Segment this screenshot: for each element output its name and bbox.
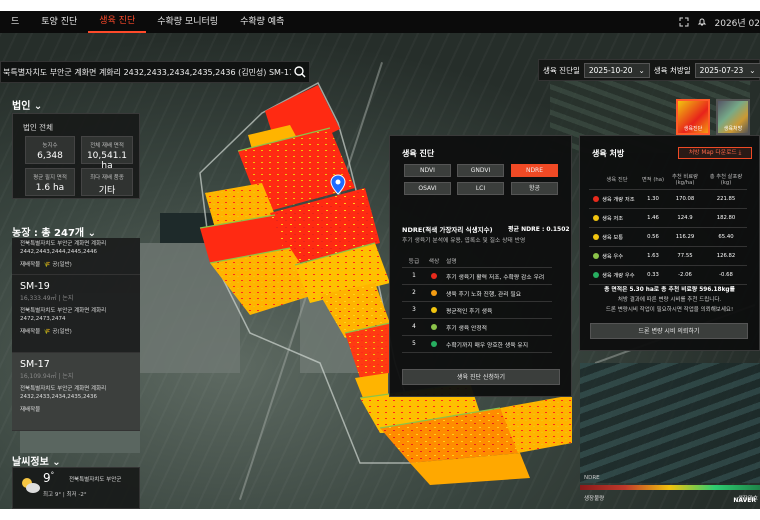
drone-request-button[interactable]: 드론 변량 시비 의뢰하기	[590, 323, 748, 339]
tab-prev[interactable]: 드	[0, 11, 30, 33]
legend-label: NDRE	[584, 475, 600, 481]
bell-icon[interactable]	[697, 17, 707, 27]
presc-note-2: 드론 변량시비 작업이 필요하시면 작업을 의뢰해보세요!	[605, 307, 734, 313]
thumb-label: 생육처방	[723, 126, 743, 132]
thumb-label: 생육진단	[683, 126, 703, 132]
farm-name: SM-19	[20, 281, 50, 292]
farm-address: 전북특별자치도 부안군 계화면 계화리 2442,2443,2444,2445,…	[20, 241, 107, 255]
diag-date-label: 생육 진단일	[543, 65, 580, 75]
table-header: 생육 진단 면적 (ha) 추천 비료량 (kg/ha) 총 추천 살포량 (kg)	[589, 168, 747, 190]
map-attribution: NAVER	[733, 497, 756, 504]
table-row: 5 수확기까지 매우 양호한 생육 유지	[402, 336, 552, 353]
nav-tabs: 드 토양 진단 생육 진단 수확량 모니터링 수확량 예측	[0, 11, 295, 33]
thumb-growth-diagnosis[interactable]: 생육진단	[676, 99, 710, 135]
org-summary-panel: 법인 전체 농지수 6,348 전체 재배 면적 10,541.1 ha 평균 필지…	[12, 113, 140, 199]
tab-soil[interactable]: 토양 진단	[30, 11, 88, 33]
presc-note-1: 처방 결과에 따른 변량 시비를 추천 드립니다.	[617, 297, 722, 303]
chevron-down-icon: ⌄	[638, 65, 645, 75]
farm-area: 16,109.94㎡ | 논지	[20, 373, 74, 380]
weather-range: 최고 9° | 최저 -2°	[43, 492, 87, 498]
table-row: 1 후기 생육기 활력 저조, 수확량 감소 우려	[402, 268, 552, 285]
prescription-table: 생육 진단 면적 (ha) 추천 비료량 (kg/ha) 총 추천 살포량 (kg) …	[589, 168, 747, 285]
chevron-down-icon: ⌄	[33, 101, 43, 112]
table-row: 생육 개량 저조 1.30 170.08 221.85	[589, 190, 747, 209]
grade-table: 등급 색상 설명 1 후기 생육기 활력 저조, 수확량 감소 우려 2 생육 후기 노…	[402, 254, 552, 353]
org-title: 법인 전체	[23, 123, 53, 132]
legend-gradient	[580, 485, 760, 490]
presc-date-select[interactable]: 2025-07-23 ⌄	[694, 62, 760, 78]
chevron-down-icon: ⌄	[749, 65, 756, 75]
diag-date-select[interactable]: 2025-10-20 ⌄	[583, 62, 650, 78]
presc-date-value: 2025-07-23	[699, 65, 744, 75]
diag-title: 생육 진단	[402, 149, 435, 158]
stat-top-crop: 최다 재배 품종 기타	[81, 168, 133, 196]
index-title: NDRE(적색 가장자리 식생지수)	[402, 226, 493, 234]
top-right-tools: 2026년 02	[679, 11, 760, 33]
index-average: 평균 NDRE : 0.1502	[508, 226, 570, 233]
search-icon[interactable]	[291, 63, 309, 81]
index-description: 후기 생육기 분석에 유용, 엽록소 및 질소 상태 반영	[402, 238, 526, 244]
list-item[interactable]: SM-19 16,333.49㎡ | 논지 전북특별자치도 부안군 계화면 계화…	[12, 275, 140, 353]
partly-cloudy-icon	[22, 478, 40, 493]
layer-thumbnails: 생육진단 생육처방	[676, 99, 750, 135]
table-row: 2 생육 후기 노화 진행, 관리 필요	[402, 285, 552, 302]
index-button-ndre[interactable]: NDRE	[511, 164, 558, 177]
farm-address: 전북특별자치도 부안군 계화면 계화리 2432,2433,2434,2435,…	[20, 386, 107, 400]
index-button-gndvi[interactable]: GNDVI	[457, 164, 504, 177]
thumb-growth-prescription[interactable]: 생육처방	[716, 99, 750, 135]
weather-temp: 9°	[43, 471, 55, 485]
growth-diagnosis-panel: 생육 진단 NDVI GNDVI NDRE OSAVI LCI 항공 NDRE(…	[389, 135, 572, 397]
search-input[interactable]: 북특별자치도 부안군 계화면 계화리 2432,2433,2434,2435,2…	[3, 67, 291, 78]
table-header: 등급 색상 설명	[402, 254, 552, 268]
legend-low: 생장불량	[584, 496, 605, 502]
index-button-lci[interactable]: LCI	[457, 182, 504, 195]
index-button-aerial[interactable]: 항공	[511, 182, 558, 195]
tab-yield-forecast[interactable]: 수확량 예측	[229, 11, 295, 33]
tab-yield-monitor[interactable]: 수확량 모니터링	[146, 11, 229, 33]
farm-crop: 재배작물 🌾 공(일반)	[20, 329, 72, 335]
date-selector-bar: 생육 진단일 2025-10-20 ⌄ 생육 처방일 2025-07-23 ⌄	[538, 59, 760, 81]
list-item-selected[interactable]: SM-17 16,109.94㎡ | 논지 전북특별자치도 부안군 계화면 계화…	[12, 353, 140, 431]
table-row: 3 평균적인 후기 생육	[402, 302, 552, 319]
farm-area: 16,333.49㎡ | 논지	[20, 295, 74, 302]
date-readout: 2026년 02	[714, 18, 760, 29]
fullscreen-icon[interactable]	[679, 17, 689, 27]
growth-prescription-panel: 생육 처방 처방 Map 다운로드 ⤓ 생육 진단 면적 (ha) 추천 비료량 (…	[579, 135, 760, 351]
table-row: 생육 개량 우수 0.33 -2.06 -0.68	[589, 266, 747, 285]
tab-growth[interactable]: 생육 진단	[88, 11, 147, 33]
diag-date-value: 2025-10-20	[588, 65, 633, 75]
weather-section-title[interactable]: 날씨정보 ⌄	[12, 453, 61, 468]
presc-total: 총 면적은 5.30 ha로 총 추천 비료량 596.18kg를	[604, 287, 735, 293]
app-frame: 드 토양 진단 생육 진단 수확량 모니터링 수확량 예측 2026년 02 북…	[0, 11, 760, 509]
table-row: 생육 보통 0.56 116.29 65.40	[589, 228, 747, 247]
stat-farm-count: 농지수 6,348	[25, 136, 75, 164]
farm-crop: 재배작물	[20, 407, 41, 413]
map-view[interactable]: 북특별자치도 부안군 계화면 계화리 2432,2433,2434,2435,2…	[0, 33, 760, 509]
list-item[interactable]: 전북특별자치도 부안군 계화면 계화리 2442,2443,2444,2445,…	[12, 238, 140, 275]
farm-name: SM-17	[20, 359, 50, 370]
top-navigation: 드 토양 진단 생육 진단 수확량 모니터링 수확량 예측 2026년 02	[0, 11, 760, 33]
weather-location: 전북특별자치도 부안군	[69, 477, 122, 483]
index-button-ndvi[interactable]: NDVI	[404, 164, 451, 177]
presc-title: 생육 처방	[592, 149, 625, 158]
stat-total-area: 전체 재배 면적 10,541.1 ha	[81, 136, 133, 171]
table-row: 생육 저조 1.46 124.9 182.80	[589, 209, 747, 228]
address-search-bar[interactable]: 북특별자치도 부안군 계화면 계화리 2432,2433,2434,2435,2…	[0, 61, 310, 83]
org-section-title[interactable]: 법인 ⌄	[12, 97, 42, 112]
table-row: 생육 우수 1.63 77.55 126.82	[589, 247, 747, 266]
table-row: 4 후기 생육 안정적	[402, 319, 552, 336]
presc-date-label: 생육 처방일	[653, 65, 691, 75]
weather-panel: 9° 전북특별자치도 부안군 최고 9° | 최저 -2°	[12, 467, 140, 509]
download-map-button[interactable]: 처방 Map 다운로드 ⤓	[678, 147, 752, 159]
farm-address: 전북특별자치도 부안군 계화면 계화리 2472,2473,2474	[20, 308, 107, 322]
farm-crop: 재배작물 🌾 공(일반)	[20, 262, 72, 268]
index-button-osavi[interactable]: OSAVI	[404, 182, 451, 195]
apply-diagnosis-button[interactable]: 생육 진단 신청하기	[402, 369, 560, 385]
farm-section-title[interactable]: 농장 : 총 247개 ⌄	[12, 224, 96, 239]
stat-avg-area: 평균 필지 면적 1.6 ha	[25, 168, 75, 196]
